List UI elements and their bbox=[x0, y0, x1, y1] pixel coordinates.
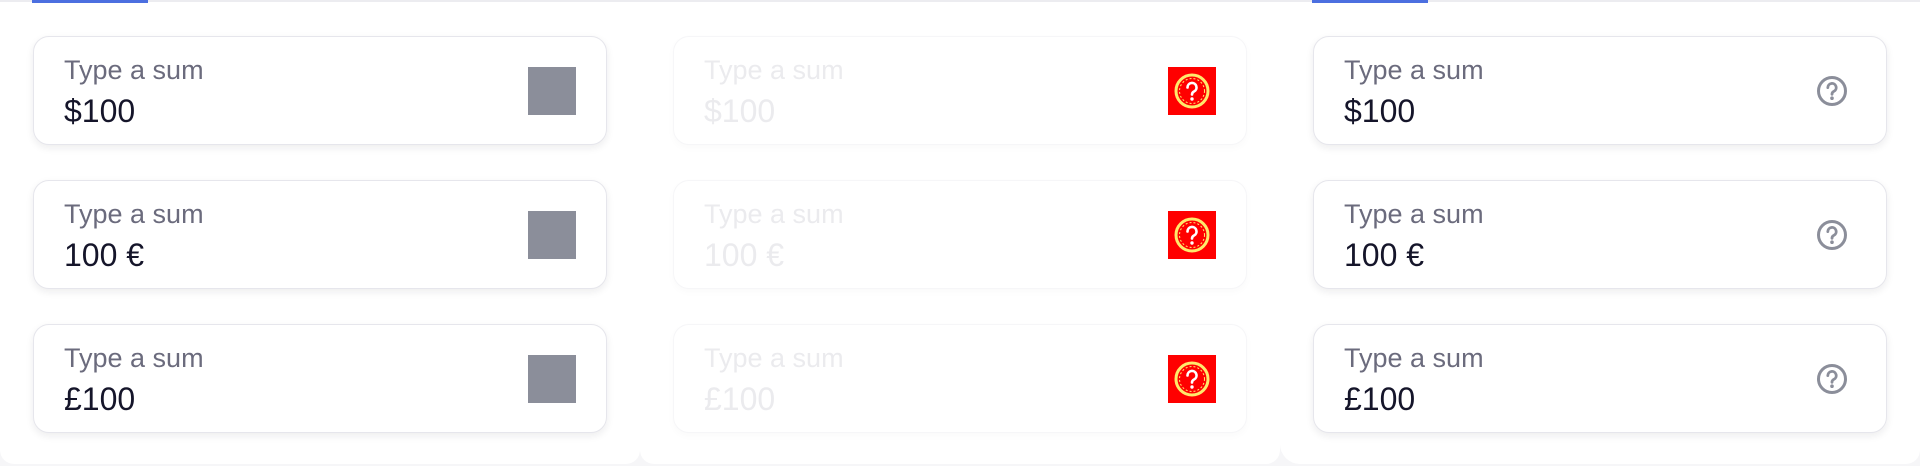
placeholder-square-icon bbox=[528, 355, 576, 403]
sum-input-eur-disabled: Type a sum 100 € bbox=[673, 180, 1247, 289]
field-label: Type a sum bbox=[704, 199, 844, 229]
broken-help-icon bbox=[1168, 355, 1216, 403]
sum-input-usd-help[interactable]: Type a sum $100 bbox=[1313, 36, 1887, 145]
canvas: Type a sum $100 Type a sum 100 € Type a … bbox=[0, 0, 1920, 466]
panel-divider bbox=[640, 0, 1280, 2]
help-circle-icon[interactable] bbox=[1808, 211, 1856, 259]
panel-help: Type a sum $100 Type a sum 100 € Type a … bbox=[1280, 0, 1920, 464]
field-value[interactable]: 100 € bbox=[1344, 237, 1424, 274]
field-value[interactable]: £100 bbox=[1344, 381, 1415, 418]
placeholder-square-icon bbox=[528, 67, 576, 115]
field-label: Type a sum bbox=[704, 55, 844, 85]
sum-input-eur[interactable]: Type a sum 100 € bbox=[33, 180, 607, 289]
field-value: $100 bbox=[704, 93, 776, 129]
field-label: Type a sum bbox=[1344, 343, 1484, 373]
sum-input-gbp-help[interactable]: Type a sum £100 bbox=[1313, 324, 1887, 433]
field-label: Type a sum bbox=[1344, 199, 1484, 229]
help-circle-icon[interactable] bbox=[1808, 355, 1856, 403]
field-label: Type a sum bbox=[64, 343, 204, 373]
field-value: £100 bbox=[704, 381, 776, 417]
placeholder-square-icon bbox=[528, 211, 576, 259]
sum-input-gbp[interactable]: Type a sum £100 bbox=[33, 324, 607, 433]
broken-help-icon bbox=[1168, 67, 1216, 115]
active-tab-indicator bbox=[1312, 0, 1428, 3]
active-tab-indicator bbox=[32, 0, 148, 3]
sum-input-usd[interactable]: Type a sum $100 bbox=[33, 36, 607, 145]
field-label: Type a sum bbox=[64, 55, 204, 85]
panel-disabled: Type a sum $100 Type a sum 100 € Type a … bbox=[640, 0, 1280, 464]
field-value[interactable]: £100 bbox=[64, 381, 135, 418]
field-value[interactable]: 100 € bbox=[64, 237, 144, 274]
broken-help-icon bbox=[1168, 211, 1216, 259]
field-value: 100 € bbox=[704, 237, 785, 273]
panel-default: Type a sum $100 Type a sum 100 € Type a … bbox=[0, 0, 640, 464]
sum-input-gbp-disabled: Type a sum £100 bbox=[673, 324, 1247, 433]
field-label: Type a sum bbox=[704, 343, 844, 373]
sum-input-usd-disabled: Type a sum $100 bbox=[673, 36, 1247, 145]
help-circle-icon[interactable] bbox=[1808, 67, 1856, 115]
field-label: Type a sum bbox=[1344, 55, 1484, 85]
field-label: Type a sum bbox=[64, 199, 204, 229]
sum-input-eur-help[interactable]: Type a sum 100 € bbox=[1313, 180, 1887, 289]
field-value[interactable]: $100 bbox=[1344, 93, 1415, 130]
field-value[interactable]: $100 bbox=[64, 93, 135, 130]
